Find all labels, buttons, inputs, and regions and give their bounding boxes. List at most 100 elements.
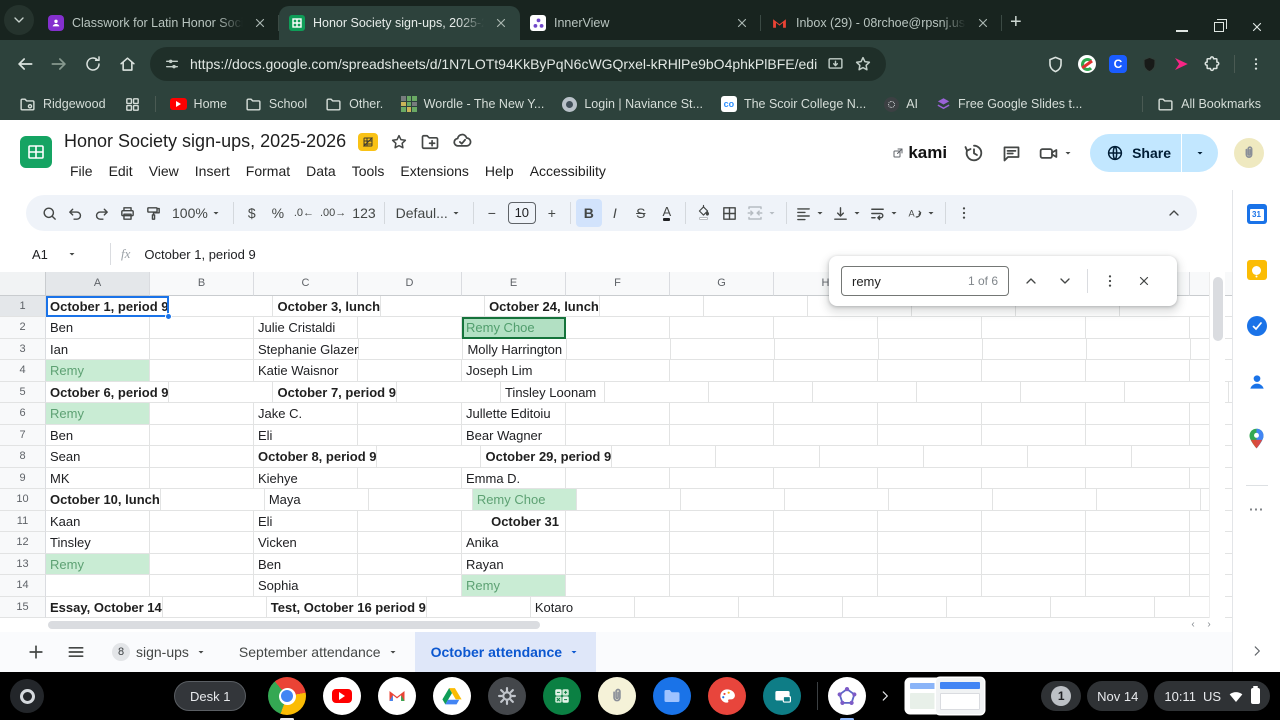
- merge-cells-button[interactable]: [743, 199, 781, 227]
- comments-icon[interactable]: [1001, 143, 1022, 164]
- cell-G7[interactable]: [670, 425, 774, 447]
- increase-decimal-button[interactable]: .00→: [317, 199, 349, 227]
- fill-color-button[interactable]: [691, 199, 717, 227]
- cell-G5[interactable]: [709, 382, 813, 404]
- cell-I5[interactable]: [917, 382, 1021, 404]
- window-previews[interactable]: [906, 676, 988, 716]
- column-header-A[interactable]: A: [46, 272, 150, 296]
- horizontal-scrollbar[interactable]: ‹ ›: [0, 618, 1232, 632]
- cell-H15[interactable]: [843, 597, 947, 619]
- select-all-corner[interactable]: [0, 272, 46, 296]
- cell-B4[interactable]: [150, 360, 254, 382]
- cell-A9[interactable]: MK: [46, 468, 150, 490]
- cell-D5[interactable]: [397, 382, 501, 404]
- cell-H10[interactable]: [785, 489, 889, 511]
- browser-tab-1[interactable]: Classwork for Latin Honor Soci: [38, 6, 279, 40]
- cell-I4[interactable]: [878, 360, 982, 382]
- paint-format-button[interactable]: [140, 199, 166, 227]
- caret-down-icon[interactable]: [568, 646, 580, 658]
- cell-F3[interactable]: [567, 339, 671, 361]
- cell-G2[interactable]: [670, 317, 774, 339]
- row-header-14[interactable]: 14: [0, 575, 46, 597]
- cell-C2[interactable]: Julie Cristaldi: [254, 317, 358, 339]
- menu-tools[interactable]: Tools: [344, 160, 393, 182]
- files-shelf-button[interactable]: [653, 677, 691, 715]
- cell-C5[interactable]: October 7, period 9: [273, 382, 396, 404]
- settings-shelf-button[interactable]: [488, 677, 526, 715]
- drive-shelf-button[interactable]: [433, 677, 471, 715]
- privacy-shield-icon[interactable]: [1046, 55, 1065, 74]
- youtube-shelf-button[interactable]: [323, 677, 361, 715]
- row-header-4[interactable]: 4: [0, 360, 46, 382]
- calculator-shelf-button[interactable]: [543, 677, 581, 715]
- find-more-options-button[interactable]: [1098, 269, 1122, 293]
- cell-F8[interactable]: [612, 446, 716, 468]
- cell-G10[interactable]: [681, 489, 785, 511]
- search-button[interactable]: [36, 199, 62, 227]
- clippy-shelf-button[interactable]: [598, 677, 636, 715]
- cell-F13[interactable]: [566, 554, 670, 576]
- cell-A12[interactable]: Tinsley: [46, 532, 150, 554]
- cell-E2[interactable]: Remy Choe: [462, 317, 566, 339]
- zoom-select[interactable]: 100%: [166, 199, 228, 227]
- cell-A7[interactable]: Ben: [46, 425, 150, 447]
- text-color-button[interactable]: A: [654, 199, 680, 227]
- cell-D7[interactable]: [358, 425, 462, 447]
- cell-F6[interactable]: [566, 403, 670, 425]
- row-header-2[interactable]: 2: [0, 317, 46, 339]
- cell-F14[interactable]: [566, 575, 670, 597]
- cell-A1[interactable]: October 1, period 9: [46, 296, 169, 318]
- window-restore-button[interactable]: [1214, 22, 1224, 32]
- screencast-shelf-button[interactable]: [763, 677, 801, 715]
- cell-D13[interactable]: [358, 554, 462, 576]
- text-rotate-button[interactable]: A: [903, 199, 940, 227]
- kami-button[interactable]: kami: [892, 143, 947, 163]
- reader-extension-icon[interactable]: [1078, 55, 1096, 73]
- cell-H14[interactable]: [774, 575, 878, 597]
- cell-D4[interactable]: [358, 360, 462, 382]
- cell-C8[interactable]: October 8, period 9: [254, 446, 377, 468]
- cell-B10[interactable]: [161, 489, 265, 511]
- version-history-icon[interactable]: [963, 142, 985, 164]
- gmail-app-shelf-button[interactable]: [378, 677, 416, 715]
- menu-data[interactable]: Data: [298, 160, 344, 182]
- bookmark-login-naviance-st[interactable]: Login | Naviance St...: [553, 97, 712, 112]
- column-header-B[interactable]: B: [150, 272, 254, 296]
- home-button[interactable]: [110, 47, 144, 81]
- cell-A6[interactable]: Remy: [46, 403, 150, 425]
- cell-J11[interactable]: [982, 511, 1086, 533]
- cell-J3[interactable]: [983, 339, 1087, 361]
- toolbar-more-button[interactable]: [951, 199, 977, 227]
- browser-tab-3[interactable]: InnerView: [520, 6, 761, 40]
- cell-D2[interactable]: [358, 317, 462, 339]
- font-size-input[interactable]: 10: [505, 199, 539, 227]
- dark-shield-icon[interactable]: [1140, 55, 1159, 74]
- cell-J14[interactable]: [982, 575, 1086, 597]
- cell-G3[interactable]: [671, 339, 775, 361]
- row-header-9[interactable]: 9: [0, 468, 46, 490]
- cell-E8[interactable]: October 29, period 9: [481, 446, 612, 468]
- bookmark-star-icon[interactable]: [854, 55, 872, 73]
- cell-H11[interactable]: [774, 511, 878, 533]
- find-next-button[interactable]: [1053, 269, 1077, 293]
- bookmark-ai[interactable]: AI: [875, 97, 927, 112]
- row-header-11[interactable]: 11: [0, 511, 46, 533]
- cell-C7[interactable]: Eli: [254, 425, 358, 447]
- redo-button[interactable]: [88, 199, 114, 227]
- tasks-icon[interactable]: [1247, 316, 1267, 336]
- cell-B7[interactable]: [150, 425, 254, 447]
- cell-J12[interactable]: [982, 532, 1086, 554]
- browser-menu-button[interactable]: [1248, 56, 1264, 72]
- cell-A4[interactable]: Remy: [46, 360, 150, 382]
- add-sheet-button[interactable]: [26, 642, 46, 662]
- cell-C6[interactable]: Jake C.: [254, 403, 358, 425]
- cell-I2[interactable]: [878, 317, 982, 339]
- menu-help[interactable]: Help: [477, 160, 522, 182]
- cell-D1[interactable]: [381, 296, 485, 318]
- menu-insert[interactable]: Insert: [187, 160, 238, 182]
- cell-C4[interactable]: Katie Waisnor: [254, 360, 358, 382]
- avatar[interactable]: [1234, 138, 1264, 168]
- browser-tab-4[interactable]: Inbox (29) - 08rchoe@rpsnj.us: [761, 6, 1002, 40]
- move-to-folder-icon[interactable]: [420, 132, 440, 152]
- cell-E14[interactable]: Remy: [462, 575, 566, 597]
